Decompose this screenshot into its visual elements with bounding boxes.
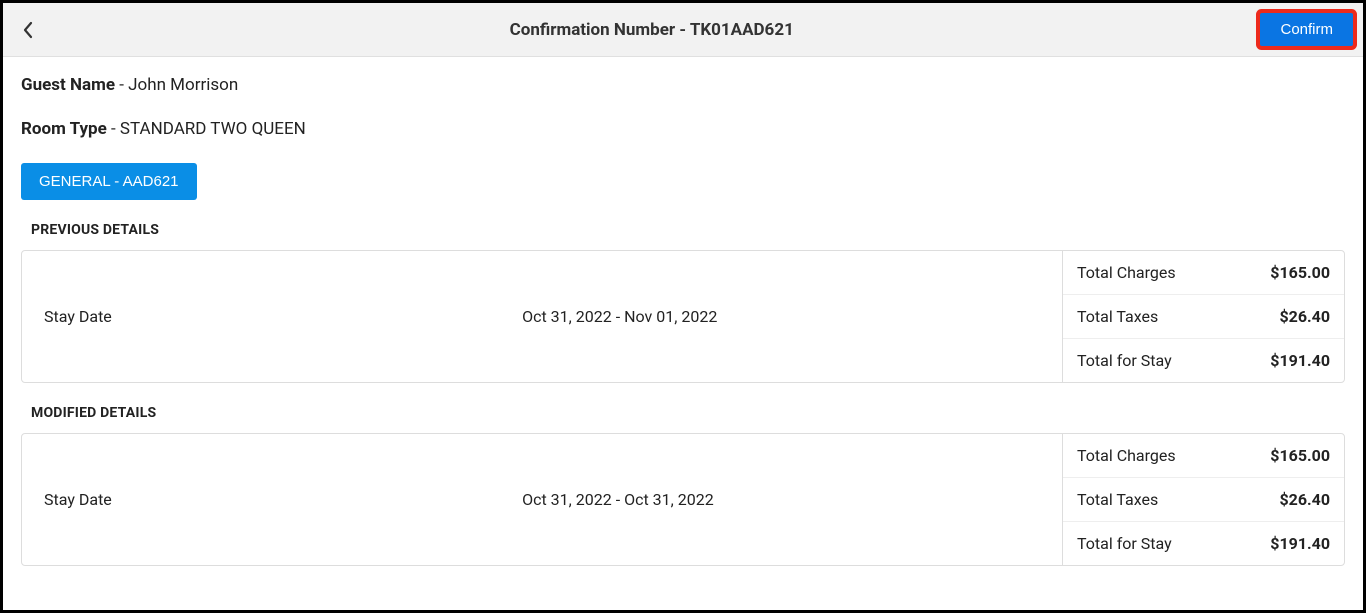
modified-total-stay-label: Total for Stay [1077,534,1172,553]
modified-totals-column: Total Charges $165.00 Total Taxes $26.40… [1062,434,1344,565]
general-tab-button[interactable]: GENERAL - AAD621 [21,163,197,200]
room-type-value: STANDARD TWO QUEEN [120,119,306,139]
room-type-line: Room Type - STANDARD TWO QUEEN [21,119,1345,139]
previous-stay-date-value: Oct 31, 2022 - Nov 01, 2022 [522,307,717,326]
content-area: Guest Name - John Morrison Room Type - S… [3,57,1363,610]
modified-total-charges-row: Total Charges $165.00 [1063,434,1344,478]
modified-total-stay-value: $191.40 [1270,534,1330,553]
previous-total-charges-value: $165.00 [1270,263,1330,282]
modified-stay-date-cell: Stay Date Oct 31, 2022 - Oct 31, 2022 [22,434,1062,565]
modified-details-heading: MODIFIED DETAILS [31,405,1345,421]
previous-totals-column: Total Charges $165.00 Total Taxes $26.40… [1062,251,1344,382]
back-button[interactable] [13,15,43,45]
previous-total-taxes-value: $26.40 [1279,307,1330,326]
modified-total-charges-label: Total Charges [1077,446,1176,465]
previous-stay-date-cell: Stay Date Oct 31, 2022 - Nov 01, 2022 [22,251,1062,382]
modified-total-taxes-value: $26.40 [1279,490,1330,509]
previous-details-heading: PREVIOUS DETAILS [31,222,1345,238]
modified-stay-date-label: Stay Date [44,490,522,509]
guest-name-separator: - [115,75,128,95]
modified-total-taxes-row: Total Taxes $26.40 [1063,478,1344,522]
confirm-button[interactable]: Confirm [1260,13,1353,46]
room-type-label: Room Type [21,119,107,139]
previous-total-charges-row: Total Charges $165.00 [1063,251,1344,295]
modified-details-table: Stay Date Oct 31, 2022 - Oct 31, 2022 To… [21,433,1345,566]
guest-name-value: John Morrison [128,75,238,95]
guest-name-line: Guest Name - John Morrison [21,75,1345,95]
previous-stay-date-label: Stay Date [44,307,522,326]
modified-total-taxes-label: Total Taxes [1077,490,1158,509]
previous-details-table: Stay Date Oct 31, 2022 - Nov 01, 2022 To… [21,250,1345,383]
guest-name-label: Guest Name [21,75,115,95]
page-title: Confirmation Number - TK01AAD621 [43,20,1260,40]
modified-stay-date-value: Oct 31, 2022 - Oct 31, 2022 [522,490,714,509]
previous-total-stay-value: $191.40 [1270,351,1330,370]
previous-total-taxes-label: Total Taxes [1077,307,1158,326]
previous-total-stay-row: Total for Stay $191.40 [1063,339,1344,382]
modified-total-charges-value: $165.00 [1270,446,1330,465]
chevron-left-icon [21,20,35,40]
room-type-separator: - [107,119,120,139]
previous-total-charges-label: Total Charges [1077,263,1176,282]
previous-total-taxes-row: Total Taxes $26.40 [1063,295,1344,339]
header-bar: Confirmation Number - TK01AAD621 Confirm [3,3,1363,57]
previous-total-stay-label: Total for Stay [1077,351,1172,370]
modified-total-stay-row: Total for Stay $191.40 [1063,522,1344,565]
